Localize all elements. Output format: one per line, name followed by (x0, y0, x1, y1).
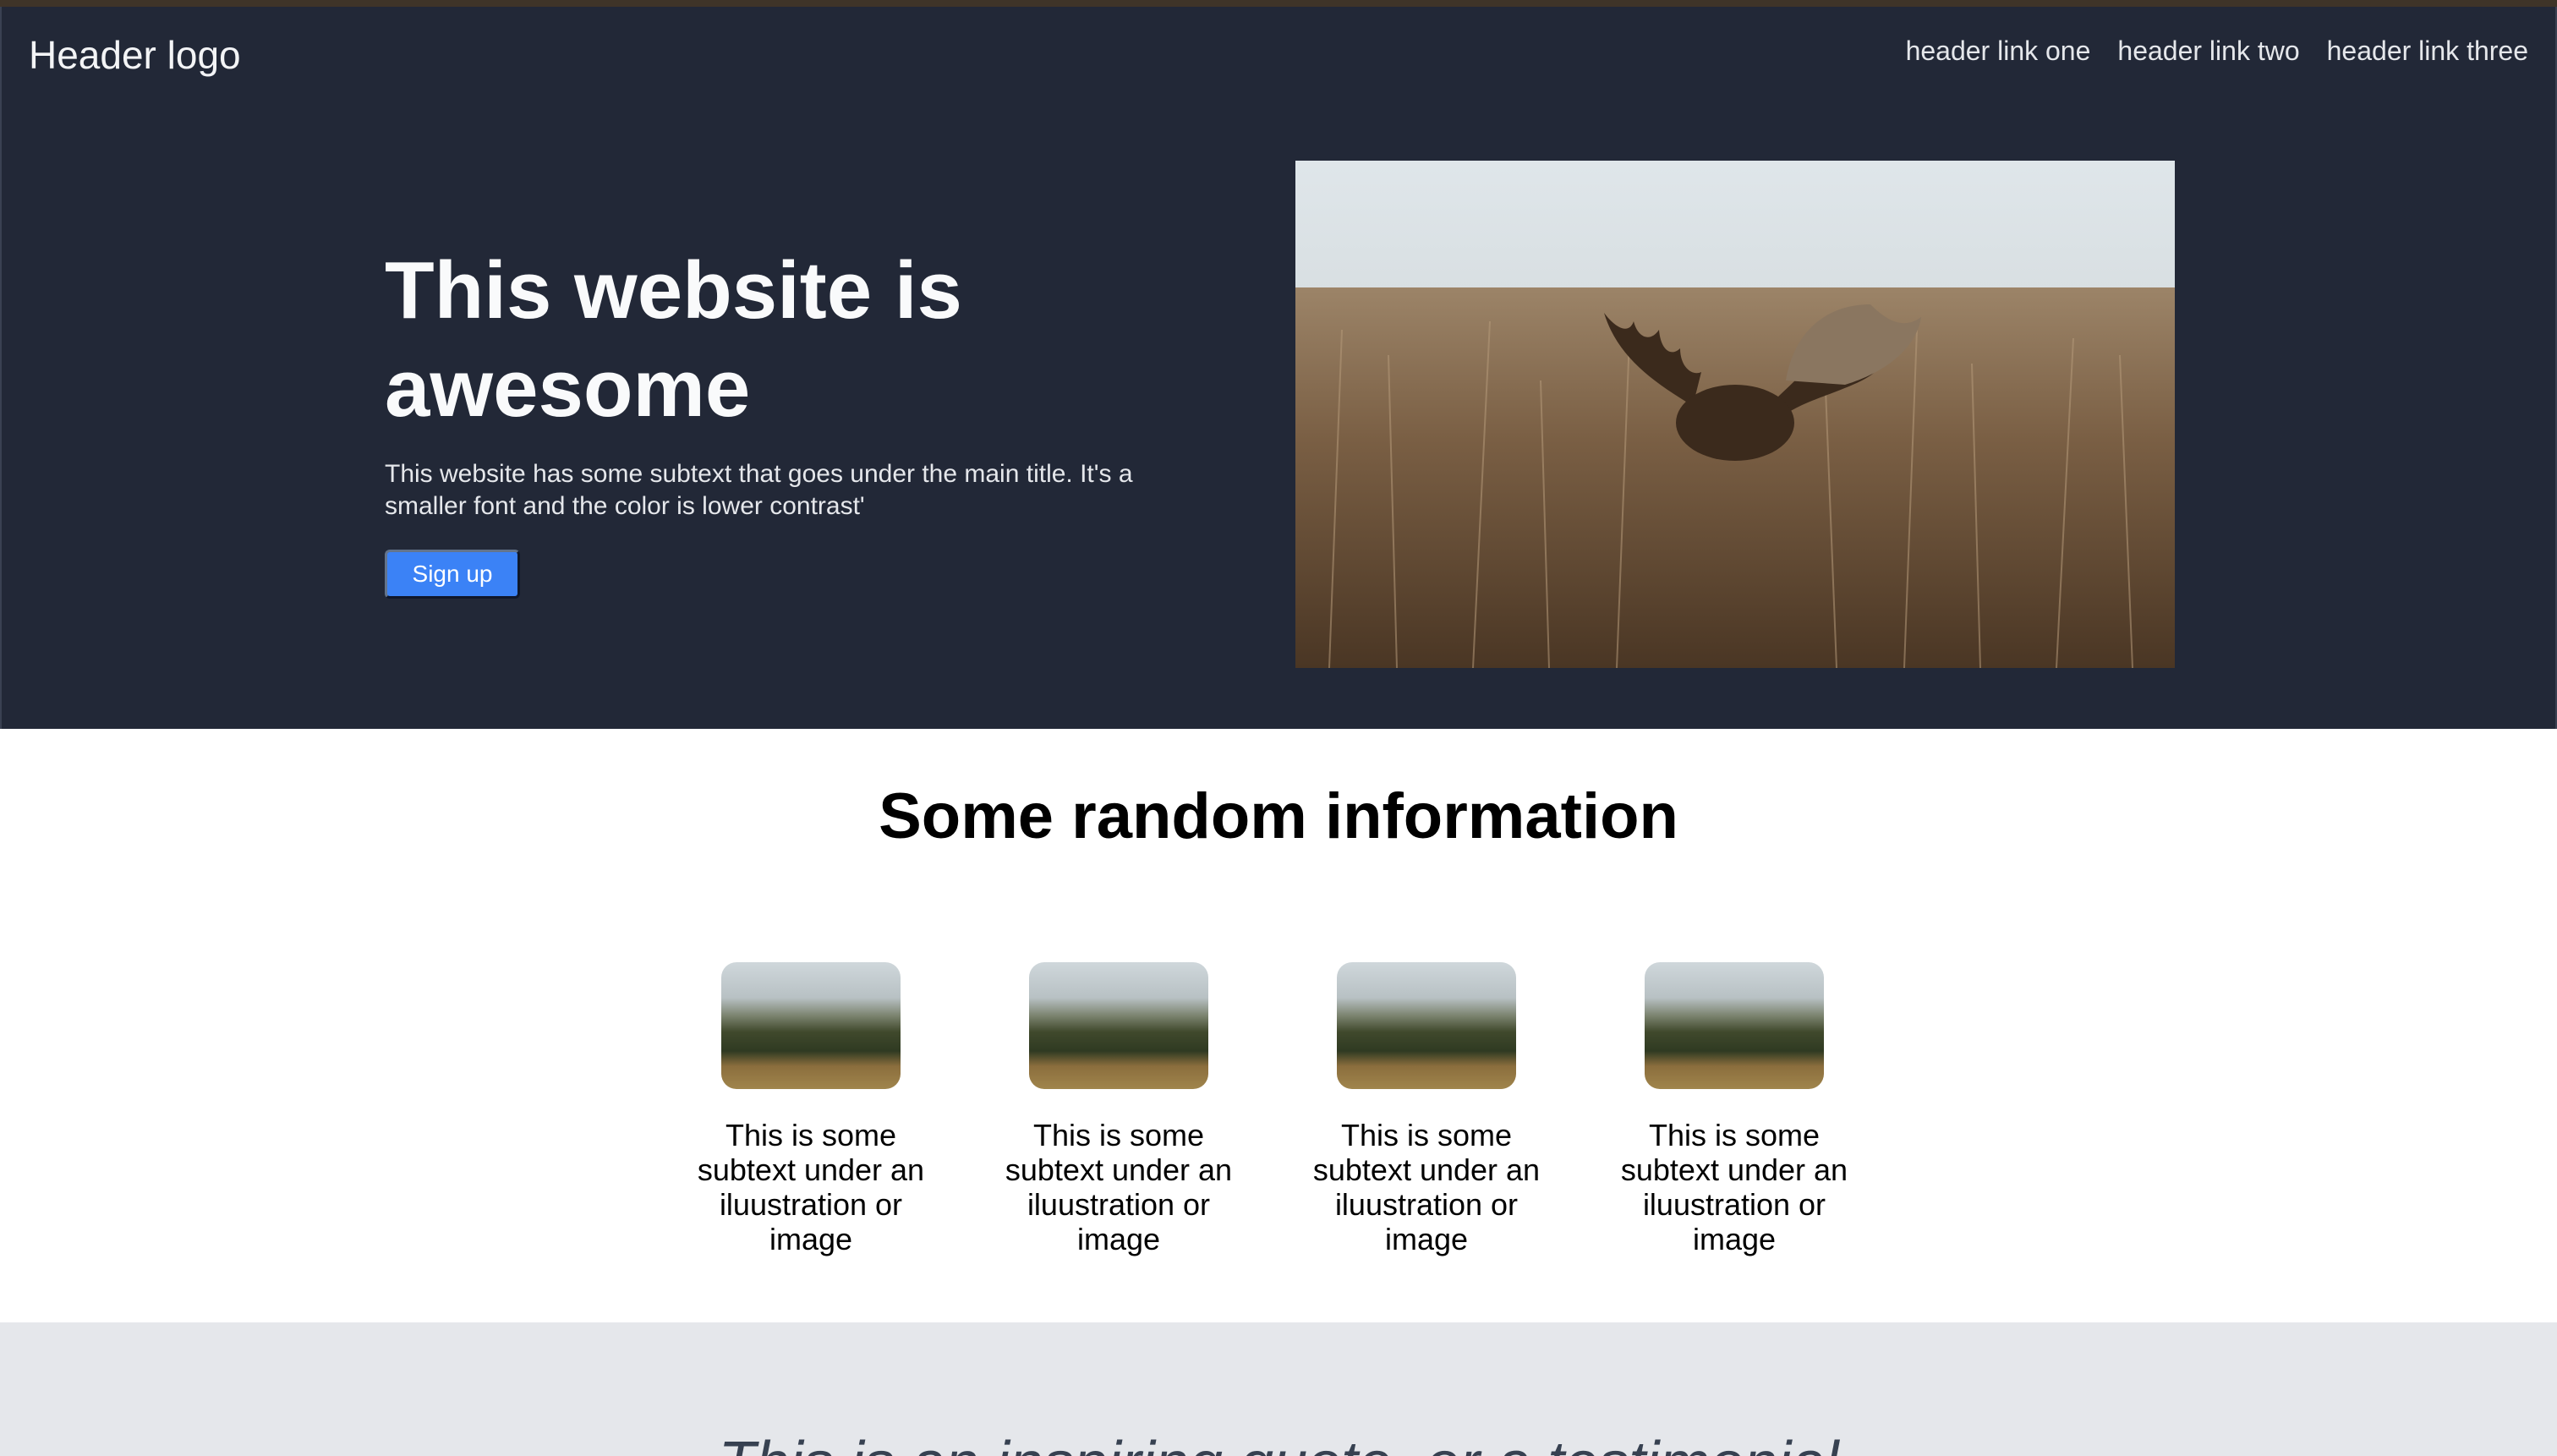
hero-section: Header logo header link one header link … (0, 7, 2557, 729)
info-title: Some random information (879, 780, 1678, 852)
sign-up-button[interactable]: Sign up (385, 550, 520, 599)
info-card: This is some subtext under an iluustrati… (1003, 962, 1235, 1256)
landscape-image (1337, 962, 1516, 1089)
info-card: This is some subtext under an iluustrati… (1311, 962, 1542, 1256)
top-strip (0, 0, 2557, 7)
info-cards: This is some subtext under an iluustrati… (695, 962, 1850, 1256)
moose-photo (1295, 161, 2175, 668)
header-link-two[interactable]: header link two (2117, 36, 2299, 67)
hero-subtext: This website has some subtext that goes … (385, 460, 1133, 520)
landscape-image (1029, 962, 1208, 1089)
hero-title: This website is awesome (385, 245, 962, 434)
info-card: This is some subtext under an iluustrati… (695, 962, 927, 1256)
quote-section: This is an inspiring quote, or a testimo… (0, 1322, 2557, 1456)
card-text: This is some subtext under an iluustrati… (1005, 1118, 1233, 1256)
testimonial-quote: This is an inspiring quote, or a testimo… (0, 1429, 2557, 1456)
info-section: Some random information This is some sub… (0, 729, 2557, 1322)
moose-photo-illustration (1295, 161, 2175, 668)
hero-text-block: This website is awesome This website has… (385, 242, 1230, 599)
header-link-three[interactable]: header link three (2327, 36, 2528, 67)
landscape-image (1645, 962, 1824, 1089)
landscape-image (721, 962, 901, 1089)
header-nav: header link one header link two header l… (1906, 36, 2528, 67)
header-link-one[interactable]: header link one (1906, 36, 2091, 67)
header-logo[interactable]: Header logo (29, 32, 241, 78)
card-text: This is some subtext under an iluustrati… (1312, 1118, 1541, 1256)
card-text: This is some subtext under an iluustrati… (697, 1118, 925, 1256)
card-text: This is some subtext under an iluustrati… (1620, 1118, 1848, 1256)
info-card: This is some subtext under an iluustrati… (1618, 962, 1850, 1256)
